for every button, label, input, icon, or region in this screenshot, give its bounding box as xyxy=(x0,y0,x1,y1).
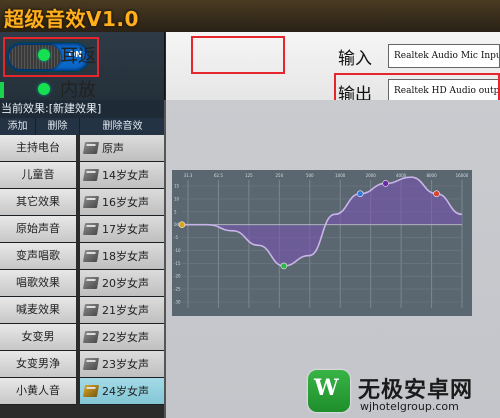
voice-label: 原声 xyxy=(102,142,124,155)
preset-item[interactable]: 喊麦效果 xyxy=(0,297,76,324)
voice-item[interactable]: 21岁女声 xyxy=(80,297,164,324)
eq-handle[interactable] xyxy=(433,190,440,198)
book-icon xyxy=(82,358,100,370)
equalizer-panel[interactable]: 31.3 62.5 125 250 500 1000 2000 4000 8000 16000 15… xyxy=(172,170,472,316)
eq-band-label: 125 xyxy=(245,173,253,178)
eq-db-label: -20 xyxy=(174,274,181,279)
voice-item[interactable]: 23岁女声 xyxy=(80,351,164,378)
status-indicator xyxy=(0,82,4,98)
voice-label: 22岁女声 xyxy=(102,331,149,344)
eq-band-label: 16000 xyxy=(456,173,469,178)
voice-label: 21岁女声 xyxy=(102,304,149,317)
preset-item[interactable]: 主持电台 xyxy=(0,135,76,162)
book-icon xyxy=(82,196,100,208)
eq-db-label: -30 xyxy=(174,300,181,305)
watermark-logo-icon: W xyxy=(308,370,350,412)
voice-item[interactable]: 16岁女声 xyxy=(80,189,164,216)
eq-db-label: 10 xyxy=(174,196,180,201)
eq-band-label: 500 xyxy=(306,173,314,178)
input-device-field[interactable]: Realtek Audio Mic Input xyxy=(388,44,500,68)
eq-band-label: 62.5 xyxy=(214,173,223,178)
eq-handle[interactable] xyxy=(178,221,186,228)
voice-item[interactable]: 22岁女声 xyxy=(80,324,164,351)
preset-list: 主持电台 儿童音 其它效果 原始声音 变声唱歌 唱歌效果 喊麦效果 女变男 女变… xyxy=(0,135,80,405)
book-icon xyxy=(82,331,100,343)
voice-item[interactable]: 14岁女声 xyxy=(80,162,164,189)
eq-db-label: -5 xyxy=(174,235,178,240)
eq-band-label: 31.3 xyxy=(184,173,193,178)
watermark: W 无极安卓网 wjhotelgroup.com xyxy=(300,360,500,418)
preset-item[interactable]: 原始声音 xyxy=(0,216,76,243)
radio-on-icon xyxy=(38,49,50,61)
eq-band-label: 1000 xyxy=(335,173,346,178)
highlight-box-return xyxy=(191,36,285,74)
preset-item[interactable]: 变声唱歌 xyxy=(0,243,76,270)
eq-handle[interactable] xyxy=(356,190,364,198)
voice-label: 23岁女声 xyxy=(102,358,149,371)
voice-label: 17岁女声 xyxy=(102,223,149,236)
input-label: 输入 xyxy=(338,49,372,69)
internal-label: 内放 xyxy=(60,80,96,101)
voice-item[interactable]: 20岁女声 xyxy=(80,270,164,297)
book-icon xyxy=(82,223,100,235)
eq-band-label: 8000 xyxy=(426,173,437,178)
book-icon xyxy=(82,250,100,262)
preset-item[interactable]: 女变男 xyxy=(0,324,76,351)
current-effect-label: 当前效果:[新建效果] xyxy=(0,100,165,118)
voice-label: 24岁女声 xyxy=(102,385,149,398)
book-icon xyxy=(82,304,100,316)
voice-list: 原声 14岁女声 16岁女声 17岁女声 18岁女声 20岁女声 21岁女声 2… xyxy=(80,135,164,405)
voice-label: 20岁女声 xyxy=(102,277,149,290)
book-icon xyxy=(82,385,100,397)
eq-db-label: -10 xyxy=(174,248,181,253)
book-icon xyxy=(82,169,100,181)
add-button[interactable]: 添加 xyxy=(0,118,36,135)
voice-item[interactable]: 17岁女声 xyxy=(80,216,164,243)
delete-button[interactable]: 删除 xyxy=(36,118,80,135)
preset-item[interactable]: 唱歌效果 xyxy=(0,270,76,297)
preset-item[interactable]: 女变男浄 xyxy=(0,351,76,378)
internal-option[interactable]: 内放 xyxy=(38,76,96,102)
voice-label: 14岁女声 xyxy=(102,169,149,182)
action-bar: 添加 删除 删除音效 xyxy=(0,118,165,135)
title-bar: 超级音效V1.0 xyxy=(0,0,500,32)
eq-handle[interactable] xyxy=(280,262,288,270)
eq-band-label: 250 xyxy=(276,173,284,178)
preset-item[interactable]: 儿童音 xyxy=(0,162,76,189)
eq-db-label: 15 xyxy=(174,184,180,189)
watermark-url: wjhotelgroup.com xyxy=(360,400,459,413)
app-title: 超级音效V1.0 xyxy=(4,7,139,31)
book-icon xyxy=(82,277,100,289)
delete-effect-button[interactable]: 删除音效 xyxy=(80,118,165,135)
voice-item-selected[interactable]: 24岁女声 xyxy=(80,378,164,405)
logo-letter: W xyxy=(314,375,339,401)
return-option[interactable]: 耳返 xyxy=(38,42,96,68)
preset-item[interactable]: 其它效果 xyxy=(0,189,76,216)
return-label: 耳返 xyxy=(60,46,96,67)
voice-item[interactable]: 18岁女声 xyxy=(80,243,164,270)
eq-band-label: 2000 xyxy=(366,173,377,178)
equalizer-graph[interactable]: 31.3 62.5 125 250 500 1000 2000 4000 8000 1600015… xyxy=(172,170,472,316)
book-icon xyxy=(82,142,100,154)
preset-item[interactable]: 小黄人音 xyxy=(0,378,76,405)
voice-label: 16岁女声 xyxy=(102,196,149,209)
voice-label: 18岁女声 xyxy=(102,250,149,263)
eq-db-label: -25 xyxy=(174,287,181,292)
voice-item[interactable]: 原声 xyxy=(80,135,164,162)
eq-db-label: -15 xyxy=(174,261,181,266)
radio-on-icon xyxy=(38,83,50,95)
eq-handle[interactable] xyxy=(382,180,389,187)
